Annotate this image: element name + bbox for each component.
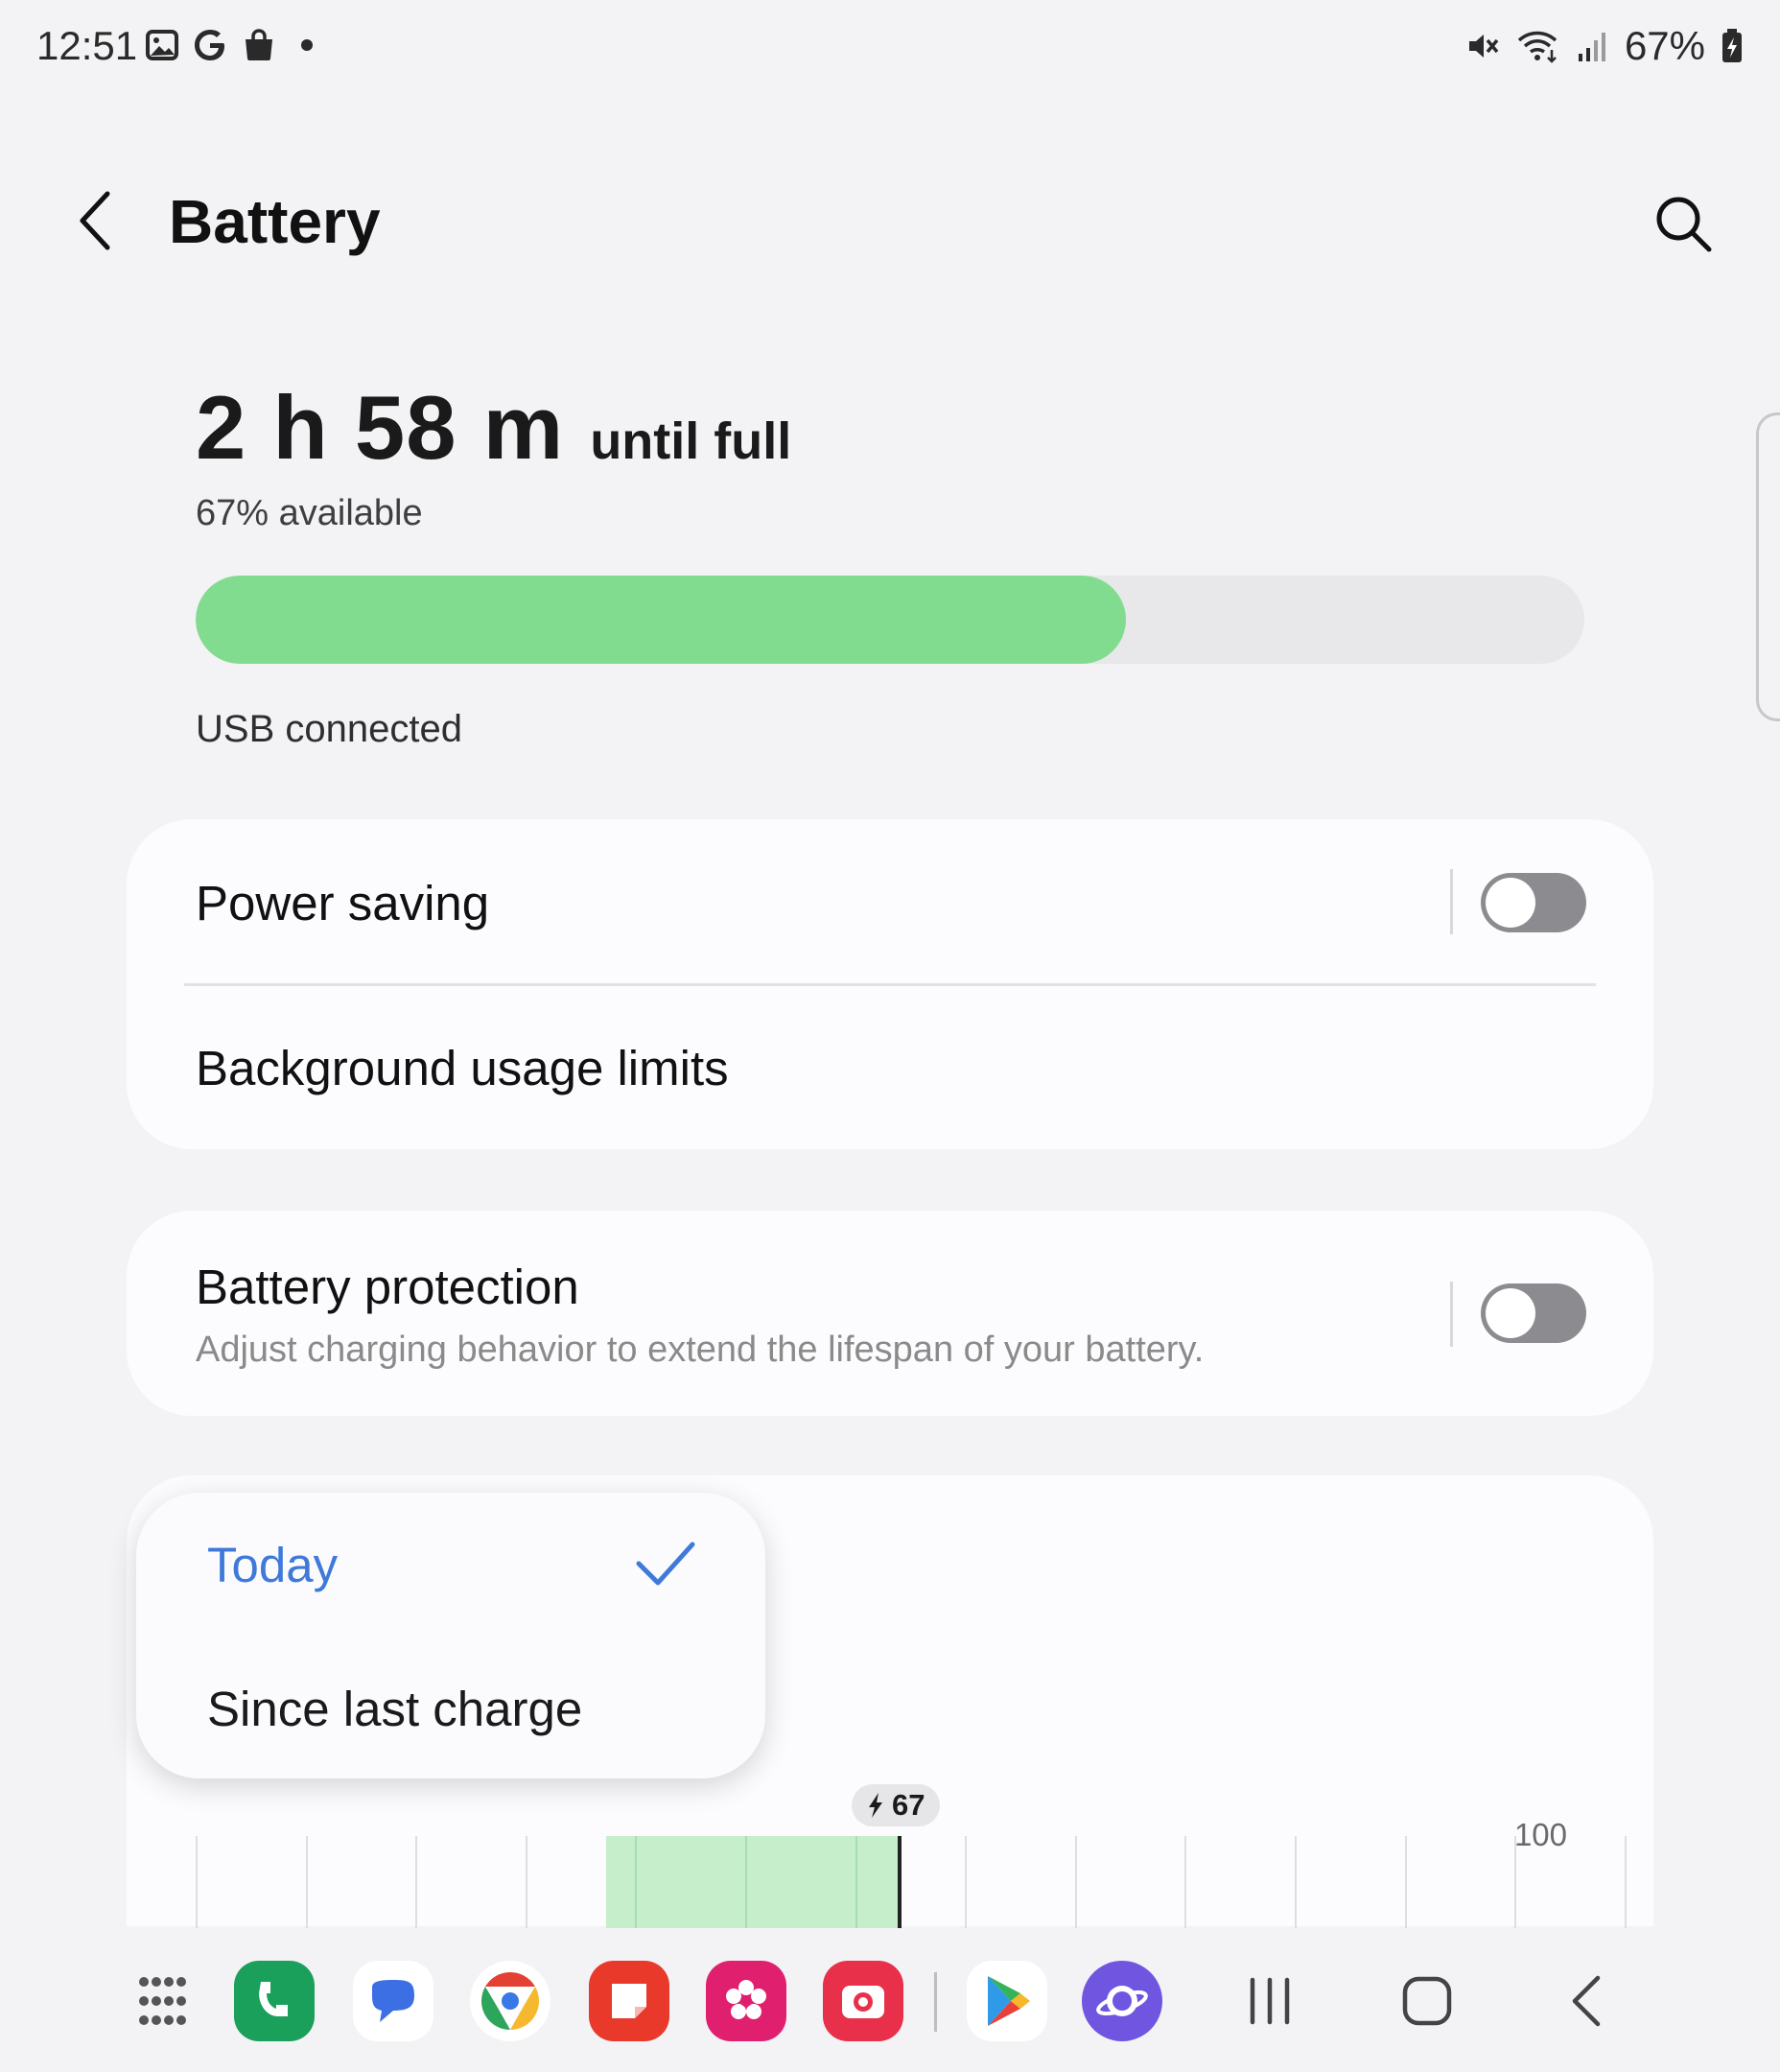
chart-gridline: [306, 1836, 308, 1928]
toggle-separator: [1450, 869, 1453, 934]
play-store-app-icon: [988, 1976, 1030, 2026]
power-saving-label: Power saving: [196, 876, 490, 930]
home-button[interactable]: [1393, 1966, 1462, 2036]
status-time: 12:51: [36, 23, 138, 68]
dock-divider: [934, 1972, 937, 2032]
chart-max-label: 100: [1513, 1817, 1567, 1852]
chart-gridline: [635, 1836, 637, 1928]
toggle-separator: [1450, 1282, 1453, 1347]
battery-protection-toggle[interactable]: [1481, 1283, 1586, 1343]
background-limits-row[interactable]: Background usage limits: [127, 986, 1653, 1149]
chart-gridline: [1625, 1836, 1627, 1928]
page-title: Battery: [169, 187, 381, 256]
messages-app-icon: [372, 1980, 414, 2022]
option-since-label: Since last charge: [207, 1682, 583, 1736]
messages-app[interactable]: [353, 1961, 433, 2041]
play-store-app[interactable]: [967, 1961, 1047, 2041]
toggle-knob: [1486, 1288, 1535, 1338]
battery-available: 67% available: [196, 493, 423, 533]
gallery-app-icon: [726, 1980, 766, 2019]
badge-value: 67: [892, 1788, 925, 1822]
back-icon: [1572, 1975, 1601, 2027]
status-left-icons: [146, 27, 318, 63]
chart-gridline: [1075, 1836, 1077, 1928]
chart-gridline: [1405, 1836, 1407, 1928]
chart-gridline: [855, 1836, 857, 1928]
toggle-knob: [1486, 878, 1535, 928]
battery-protection-description: Adjust charging behavior to extend the l…: [196, 1330, 1205, 1370]
power-saving-toggle[interactable]: [1481, 873, 1586, 932]
charge-level-badge: 67: [852, 1784, 941, 1826]
gallery-icon: [146, 30, 178, 60]
time-suffix: until full: [590, 412, 792, 470]
usage-chart: 67 100: [127, 1784, 1653, 1928]
settings-card-power: Power saving Background usage limits: [127, 819, 1653, 1149]
nav-back-button[interactable]: [1552, 1966, 1621, 2036]
current-time-marker: [898, 1836, 902, 1928]
phone-app[interactable]: [234, 1961, 315, 2041]
connection-status: USB connected: [196, 708, 462, 750]
time-value: 2 h 58 m: [196, 377, 565, 478]
chart-gridline: [415, 1836, 417, 1928]
mute-icon: [1468, 35, 1499, 58]
app-drawer-button[interactable]: [123, 1961, 203, 2041]
battery-level-bar: [196, 576, 1584, 664]
chart-gridline: [1184, 1836, 1186, 1928]
option-today-label: Today: [207, 1538, 339, 1592]
battery-protection-label: Battery protection: [196, 1260, 579, 1314]
battery-charging-icon: [1722, 29, 1742, 62]
phone-app-icon: [259, 1982, 288, 2016]
google-icon: [195, 30, 224, 60]
chart-gridline: [745, 1836, 747, 1928]
chart-gridline: [196, 1836, 198, 1928]
chart-gridline: [965, 1836, 967, 1928]
camera-app[interactable]: [823, 1961, 903, 2041]
time-until-full: 2 h 58 m until full: [196, 376, 791, 480]
signal-icon: [1578, 33, 1605, 61]
notification-dot-icon: [301, 39, 313, 51]
battery-protection-row[interactable]: Battery protection Adjust charging behav…: [127, 1211, 1479, 1416]
power-saving-row[interactable]: Power saving: [127, 819, 1479, 984]
search-icon: [1656, 197, 1712, 252]
shopping-bag-icon: [246, 29, 272, 60]
background-limits-label: Background usage limits: [196, 1041, 729, 1095]
recents-icon: [1250, 1977, 1290, 2025]
status-right: 67%: [1465, 23, 1744, 69]
wifi-icon: [1517, 31, 1558, 63]
chart-gridline: [526, 1836, 527, 1928]
notes-app[interactable]: [589, 1961, 669, 2041]
search-button[interactable]: [1650, 190, 1717, 257]
settings-card-protection: Battery protection Adjust charging behav…: [127, 1211, 1653, 1416]
checkmark-icon: [636, 1542, 695, 1586]
app-drawer-icon: [139, 1977, 186, 2025]
internet-app-icon: [1096, 1986, 1148, 2016]
bolt-icon: [869, 1793, 882, 1818]
internet-app[interactable]: [1082, 1961, 1162, 2041]
chevron-left-icon: [80, 191, 110, 250]
camera-app-icon: [842, 1986, 884, 2018]
chrome-app[interactable]: [470, 1961, 550, 2041]
gallery-app[interactable]: [706, 1961, 786, 2041]
battery-level-fill: [196, 576, 1127, 664]
home-icon: [1402, 1976, 1452, 2026]
edge-panel-handle[interactable]: [1756, 412, 1780, 721]
chart-gridline: [1295, 1836, 1297, 1928]
recents-button[interactable]: [1235, 1966, 1304, 2036]
chrome-app-icon: [480, 1972, 540, 2030]
battery-percent: 67%: [1624, 23, 1705, 68]
back-button[interactable]: [69, 186, 123, 255]
notes-app-icon: [612, 1984, 646, 2018]
